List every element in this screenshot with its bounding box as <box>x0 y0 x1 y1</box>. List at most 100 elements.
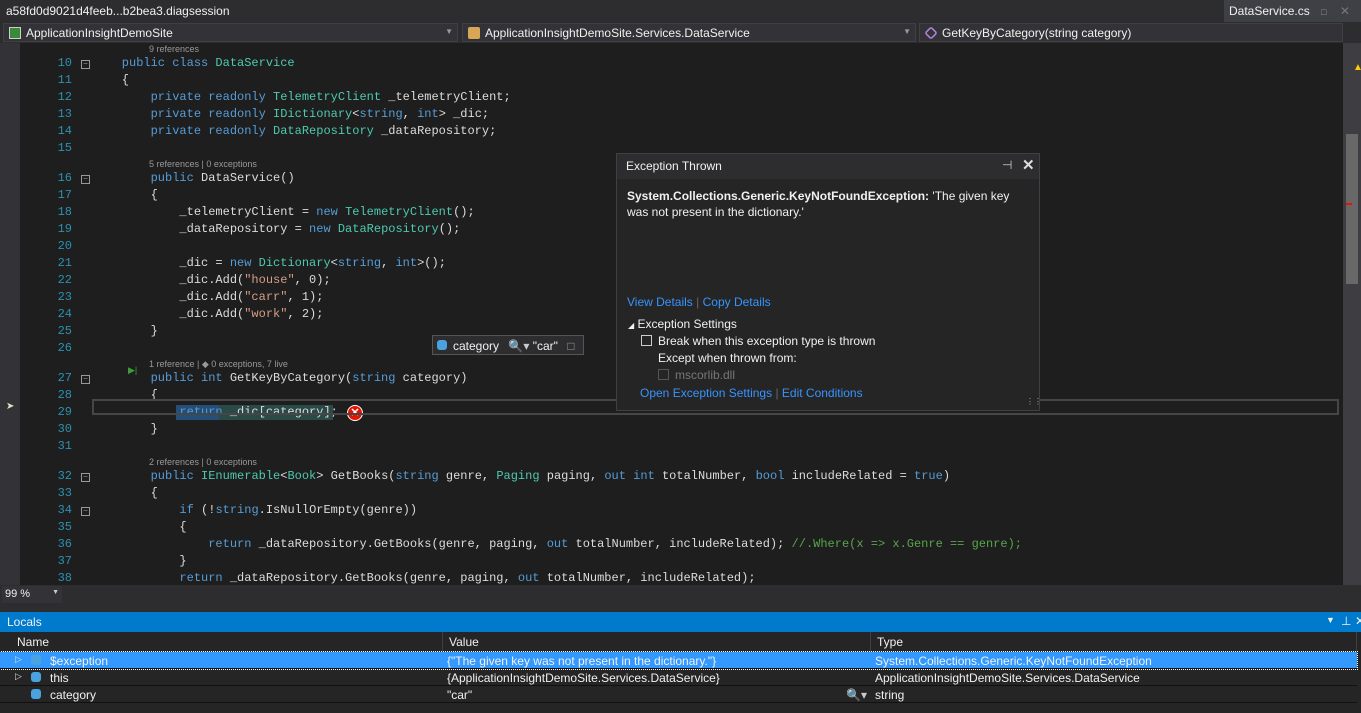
code-token: Book <box>287 469 317 483</box>
code-token: includeRelated = <box>791 469 915 483</box>
code-token: , 2); <box>287 307 324 321</box>
code-token: DataRepository <box>273 124 374 138</box>
line-number: 36 <box>57 537 72 551</box>
pin-icon[interactable]: □ <box>567 339 574 353</box>
class-dropdown[interactable]: ApplicationInsightDemoSite.Services.Data… <box>462 23 916 42</box>
pin-icon[interactable]: ⊣ <box>1002 158 1012 172</box>
exception-type: System.Collections.Generic.KeyNotFoundEx… <box>627 189 930 203</box>
close-icon[interactable]: ✕ <box>1022 156 1035 174</box>
collapse-icon[interactable]: − <box>81 507 90 516</box>
edit-conditions-link[interactable]: Edit Conditions <box>782 386 863 400</box>
zoom-level: 99 % <box>5 588 31 600</box>
column-header-type[interactable]: Type <box>871 632 1357 651</box>
local-value[interactable]: {ApplicationInsightDemoSite.Services.Dat… <box>447 671 720 685</box>
view-details-link[interactable]: View Details <box>627 295 693 309</box>
line-number: 22 <box>57 273 72 287</box>
code-token: TelemetryClient <box>345 205 454 219</box>
class-icon <box>468 27 480 39</box>
code-line: { <box>93 188 158 202</box>
code-token: , 0); <box>294 273 331 287</box>
code-token: > _dic; <box>438 107 490 121</box>
code-token: Paging <box>496 469 547 483</box>
codelens[interactable]: 2 references | 0 exceptions <box>149 457 257 467</box>
code-token: new <box>316 205 346 219</box>
code-line: return _dataRepository.GetBooks(genre, p… <box>93 537 1022 551</box>
pin-icon[interactable]: ⊥ <box>1341 614 1351 628</box>
variable-icon <box>31 655 41 665</box>
code-token: } <box>93 324 158 338</box>
copy-details-link[interactable]: Copy Details <box>703 295 771 309</box>
locals-row[interactable]: category "car" string 🔍▾ <box>0 686 1357 703</box>
code-token: new <box>229 256 259 270</box>
resize-grip-icon[interactable]: ⋮⋮ <box>1026 397 1042 406</box>
navigation-bar: ApplicationInsightDemoSite ▼ Application… <box>0 22 1361 43</box>
collapse-icon[interactable]: − <box>81 375 90 384</box>
line-number: 19 <box>57 222 72 236</box>
code-token: { <box>93 188 158 202</box>
code-line: if (!string.IsNullOrEmpty(genre)) <box>93 503 417 517</box>
close-icon[interactable]: ✕ <box>1340 4 1350 18</box>
pin-icon[interactable]: □ <box>1321 7 1326 17</box>
codelens[interactable]: 9 references <box>149 44 199 54</box>
break-checkbox[interactable] <box>641 335 652 346</box>
session-title: a58fd0d9021d4feeb...b2bea3.diagsession <box>6 4 230 18</box>
chevron-down-icon: ▼ <box>903 27 911 36</box>
column-header-name[interactable]: Name <box>11 632 443 651</box>
exception-settings-toggle[interactable]: ◢ Exception Settings <box>628 317 737 331</box>
project-dropdown[interactable]: ApplicationInsightDemoSite ▼ <box>3 23 458 42</box>
line-number: 33 <box>57 486 72 500</box>
locals-row[interactable]: ▷ $exception {"The given key was not prese… <box>0 651 1358 670</box>
magnifier-icon[interactable]: 🔍▾ <box>846 688 867 702</box>
local-type: string <box>875 688 905 702</box>
expand-triangle-icon[interactable]: ▷ <box>15 654 22 665</box>
execution-pointer-icon: ➤ <box>6 401 15 412</box>
code-line: } <box>93 324 158 338</box>
zoom-dropdown[interactable]: 99 % ▼ <box>2 586 62 603</box>
local-value[interactable]: {"The given key was not present in the d… <box>447 654 716 668</box>
codelens[interactable]: 1 reference | ◆ 0 exceptions, 7 live <box>149 359 288 370</box>
vertical-scrollbar[interactable] <box>1343 43 1361 585</box>
exception-settings-header: Exception Settings <box>637 317 737 331</box>
code-token: .IsNullOrEmpty(genre)) <box>258 503 418 517</box>
code-token: if <box>93 503 202 517</box>
code-token: string <box>337 256 382 270</box>
expand-triangle-icon[interactable]: ▷ <box>15 671 22 682</box>
member-dropdown[interactable]: GetKeyByCategory(string category) <box>919 23 1343 42</box>
code-line: _telemetryClient = new TelemetryClient()… <box>93 205 474 219</box>
open-exception-settings-link[interactable]: Open Exception Settings <box>640 386 772 400</box>
code-token: private readonly <box>93 124 274 138</box>
code-line: private readonly IDictionary<string, int… <box>93 107 490 121</box>
code-token: totalNumber, <box>661 469 756 483</box>
tab-dataservice-cs[interactable]: DataService.cs □ ✕ <box>1224 0 1361 22</box>
run-to-click-icon[interactable]: ▶| <box>128 365 137 376</box>
code-token: bool <box>755 469 792 483</box>
close-icon[interactable]: ✕ <box>1355 614 1361 628</box>
collapse-icon[interactable]: − <box>81 473 90 482</box>
code-token: _dataRepository.GetBooks(genre, paging, <box>229 571 518 585</box>
module-label: mscorlib.dll <box>675 368 736 382</box>
code-token: out int <box>604 469 662 483</box>
code-token: DataRepository <box>337 222 439 236</box>
break-checkbox-row[interactable]: Break when this exception type is thrown <box>641 334 875 348</box>
collapse-icon[interactable]: − <box>81 175 90 184</box>
window-options-icon[interactable]: ▼ <box>1326 615 1335 625</box>
code-token: _telemetryClient = <box>93 205 317 219</box>
code-token: IDictionary <box>273 107 353 121</box>
code-token: _dataRepository; <box>373 124 497 138</box>
mscorlib-checkbox <box>658 369 669 380</box>
local-value[interactable]: "car" <box>447 688 472 702</box>
collapse-icon[interactable]: − <box>81 60 90 69</box>
magnifier-icon[interactable]: 🔍▾ <box>508 339 529 353</box>
column-header-value[interactable]: Value <box>443 632 871 651</box>
codelens[interactable]: 5 references | 0 exceptions <box>149 159 257 169</box>
break-label: Break when this exception type is thrown <box>658 334 876 348</box>
code-line: return _dataRepository.GetBooks(genre, p… <box>93 571 755 585</box>
scrollbar-thumb[interactable] <box>1346 134 1358 284</box>
line-number: 18 <box>57 205 72 219</box>
locals-title: Locals <box>7 615 42 629</box>
locals-row[interactable]: ▷ this {ApplicationInsightDemoSite.Service… <box>0 669 1357 686</box>
datatip[interactable]: category 🔍▾ "car" □ <box>432 335 584 355</box>
chevron-down-icon: ▼ <box>445 27 453 36</box>
line-number: 30 <box>57 422 72 436</box>
code-token: _dic.Add( <box>93 307 245 321</box>
